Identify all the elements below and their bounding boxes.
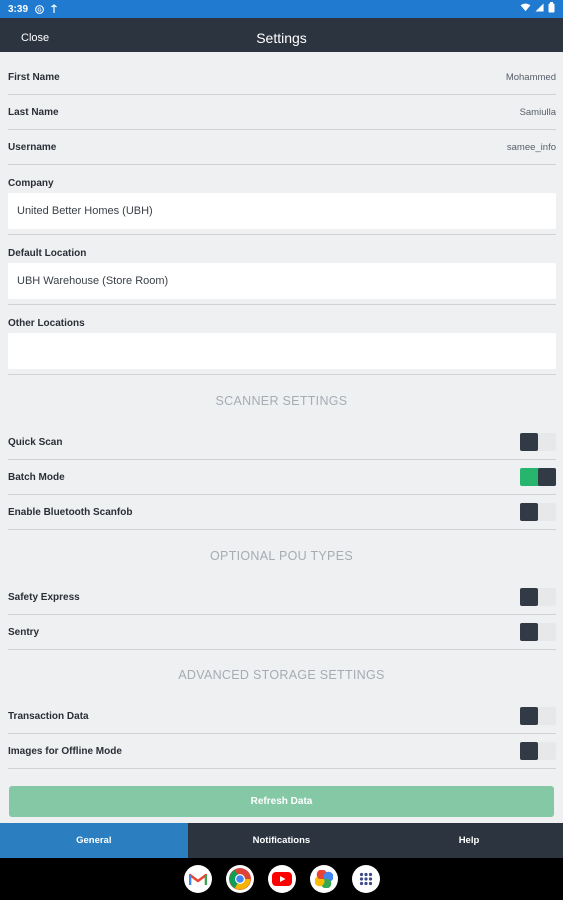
app-drawer-icon[interactable] <box>351 865 380 893</box>
divider <box>8 234 556 235</box>
quick-scan-toggle[interactable] <box>520 433 556 451</box>
signal-icon <box>535 3 544 15</box>
status-bar: 3:39 G <box>0 0 563 18</box>
chrome-icon[interactable] <box>225 865 254 893</box>
svg-text:G: G <box>37 7 41 13</box>
last-name-row: Last Name Samiulla <box>8 95 556 130</box>
toggle-knob <box>538 468 556 486</box>
divider <box>8 304 556 305</box>
company-field[interactable]: United Better Homes (UBH) <box>8 193 556 229</box>
batch-mode-label: Batch Mode <box>8 471 65 483</box>
company-label: Company <box>8 178 54 189</box>
settings-content: First Name Mohammed Last Name Samiulla U… <box>0 52 563 774</box>
first-name-label: First Name <box>8 71 60 83</box>
toggle-knob <box>520 742 538 760</box>
quick-scan-row: Quick Scan <box>8 425 556 460</box>
bottom-tab-bar: General Notifications Help <box>0 823 563 858</box>
sentry-row: Sentry <box>8 615 556 650</box>
last-name-label: Last Name <box>8 106 59 118</box>
username-label: Username <box>8 141 57 153</box>
offline-images-toggle[interactable] <box>520 742 556 760</box>
tab-general[interactable]: General <box>0 823 188 858</box>
bluetooth-scanfob-label: Enable Bluetooth Scanfob <box>8 506 133 518</box>
bluetooth-scanfob-row: Enable Bluetooth Scanfob <box>8 495 556 530</box>
transaction-data-toggle[interactable] <box>520 707 556 725</box>
divider <box>8 374 556 375</box>
sentry-label: Sentry <box>8 626 40 638</box>
quick-scan-label: Quick Scan <box>8 436 63 448</box>
safety-express-toggle[interactable] <box>520 588 556 606</box>
top-app-bar: Close Settings <box>0 18 563 52</box>
toggle-knob <box>520 623 538 641</box>
first-name-row: First Name Mohammed <box>8 60 556 95</box>
toggle-knob <box>520 707 538 725</box>
refresh-data-button[interactable]: Refresh Data <box>9 786 554 817</box>
pou-types-heading: OPTIONAL POU TYPES <box>210 549 353 563</box>
transaction-data-row: Transaction Data <box>8 699 556 734</box>
toggle-knob <box>520 588 538 606</box>
taskbar <box>0 858 563 900</box>
battery-icon <box>548 2 555 16</box>
first-name-value: Mohammed <box>505 71 556 83</box>
photos-icon[interactable] <box>309 865 338 893</box>
bluetooth-scanfob-toggle[interactable] <box>520 503 556 521</box>
default-location-field[interactable]: UBH Warehouse (Store Room) <box>8 263 556 299</box>
scanner-settings-heading: SCANNER SETTINGS <box>215 394 348 408</box>
wifi-icon <box>520 3 531 15</box>
other-locations-label: Other Locations <box>8 318 85 329</box>
notification-icon: G <box>34 4 44 14</box>
default-location-label: Default Location <box>8 248 87 259</box>
toggle-knob <box>520 433 538 451</box>
last-name-value: Samiulla <box>519 106 556 118</box>
toggle-knob <box>520 503 538 521</box>
nfc-icon <box>49 4 59 14</box>
safety-express-label: Safety Express <box>8 591 80 603</box>
status-time: 3:39 <box>8 3 29 15</box>
gmail-icon[interactable] <box>183 865 212 893</box>
youtube-icon[interactable] <box>267 865 296 893</box>
offline-images-label: Images for Offline Mode <box>8 745 122 757</box>
transaction-data-label: Transaction Data <box>8 710 89 722</box>
tab-notifications[interactable]: Notifications <box>188 823 376 858</box>
tab-help[interactable]: Help <box>375 823 563 858</box>
other-locations-field[interactable] <box>8 333 556 369</box>
batch-mode-toggle[interactable] <box>520 468 556 486</box>
storage-settings-heading: ADVANCED STORAGE SETTINGS <box>178 668 385 682</box>
offline-images-row: Images for Offline Mode <box>8 734 556 769</box>
sentry-toggle[interactable] <box>520 623 556 641</box>
batch-mode-row: Batch Mode <box>8 460 556 495</box>
username-value: samee_info <box>506 141 556 153</box>
username-row: Username samee_info <box>8 130 556 165</box>
safety-express-row: Safety Express <box>8 580 556 615</box>
